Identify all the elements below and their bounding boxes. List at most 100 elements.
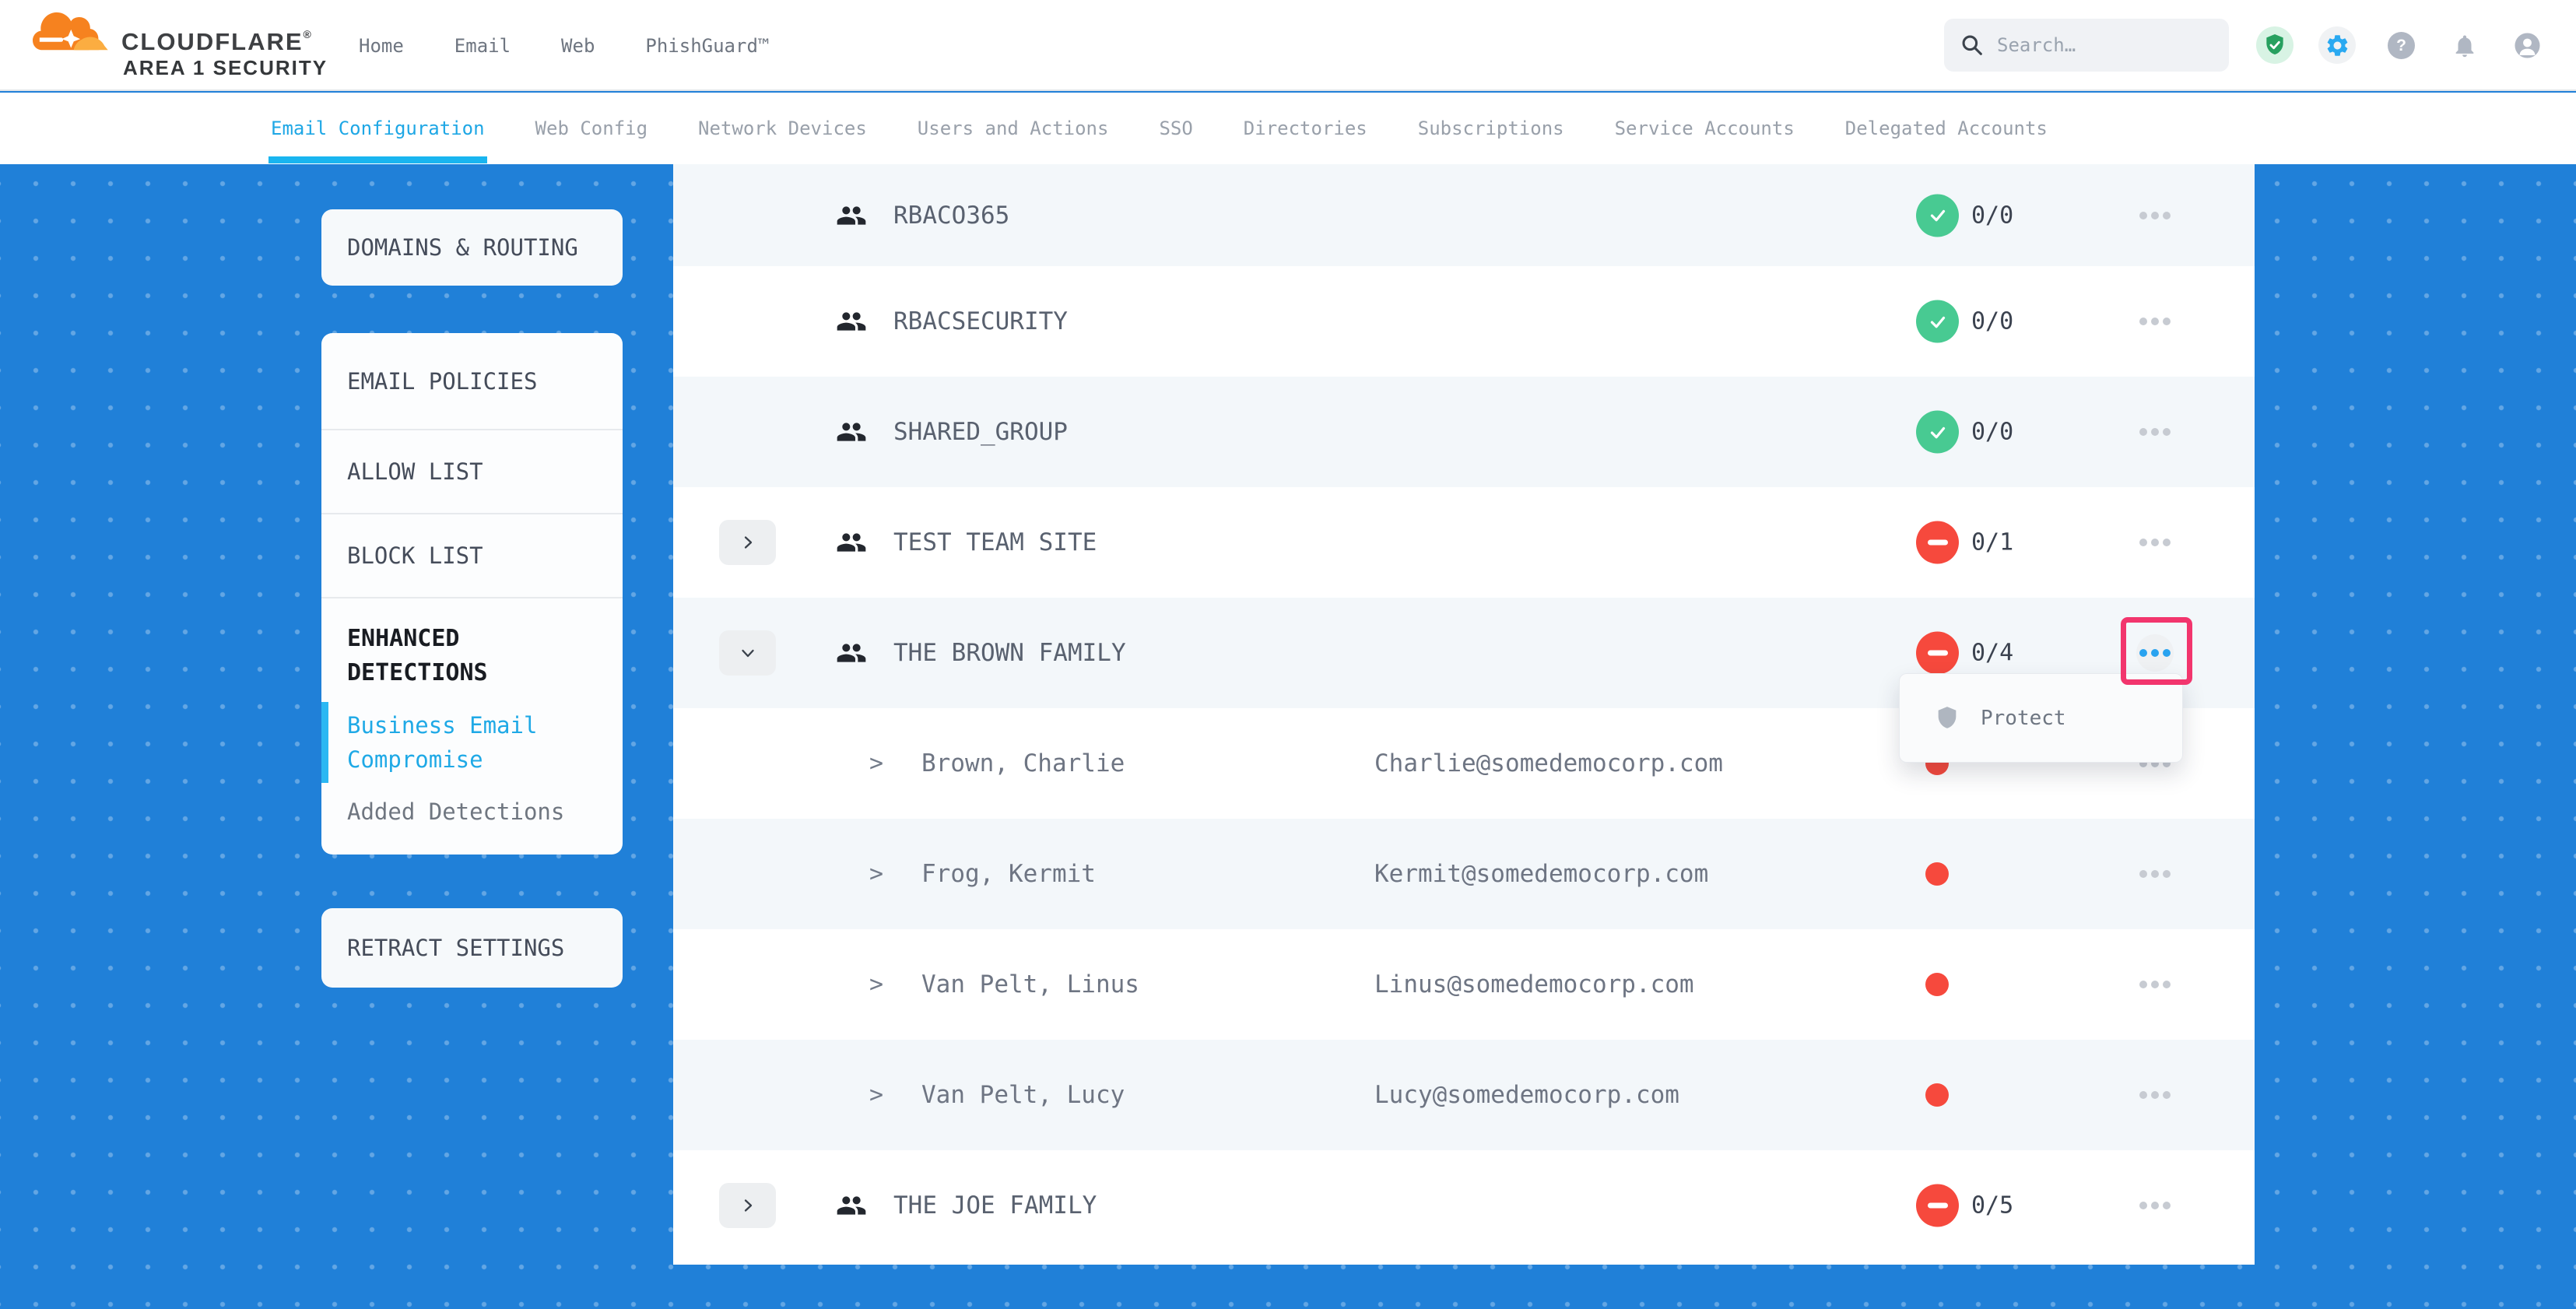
tab-directories[interactable]: Directories xyxy=(1244,93,1367,164)
tab-sso[interactable]: SSO xyxy=(1159,93,1192,164)
help-icon[interactable]: ? xyxy=(2388,32,2415,59)
row-menu-button[interactable] xyxy=(2136,966,2174,1003)
group-count: 0/0 xyxy=(1971,419,2013,446)
nav-link[interactable]: Email xyxy=(454,35,511,57)
sidebar-enhanced-detections-section: ENHANCED DETECTIONS Business Email Compr… xyxy=(321,597,623,825)
expand-button[interactable] xyxy=(719,1183,776,1228)
tab-email-configuration[interactable]: Email Configuration xyxy=(271,93,485,164)
nav-link[interactable]: PhishGuard™ xyxy=(645,35,769,57)
group-row[interactable]: RBACO365 0/0 xyxy=(673,164,2255,266)
search-box[interactable] xyxy=(1944,19,2229,72)
sidebar-item-label: DOMAINS & ROUTING xyxy=(347,234,578,261)
sidebar-item-retract-settings[interactable]: RETRACT SETTINGS xyxy=(321,908,623,988)
bell-icon[interactable] xyxy=(2451,32,2478,59)
tab-delegated-accounts[interactable]: Delegated Accounts xyxy=(1845,93,2048,164)
status-unprotected-icon xyxy=(1916,521,1959,564)
status-protected-icon xyxy=(1916,300,1959,343)
group-icon xyxy=(836,637,867,669)
member-name: Van Pelt, Lucy xyxy=(921,1081,1125,1109)
group-icon xyxy=(836,1190,867,1221)
row-menu-button[interactable] xyxy=(2136,524,2174,561)
group-name: TEST TEAM SITE xyxy=(893,528,1097,556)
tab-web-config[interactable]: Web Config xyxy=(535,93,648,164)
group-icon xyxy=(836,416,867,447)
row-menu-button[interactable] xyxy=(2136,303,2174,340)
group-name: THE JOE FAMILY xyxy=(893,1191,1097,1220)
nav-link[interactable]: Home xyxy=(359,35,404,57)
member-name: Brown, Charlie xyxy=(921,749,1125,777)
member-chevron-icon[interactable]: > xyxy=(869,971,883,998)
shield-check-icon[interactable] xyxy=(2256,26,2293,64)
group-count: 0/4 xyxy=(1971,640,2013,667)
group-row[interactable]: SHARED_GROUP 0/0 xyxy=(673,377,2255,487)
member-row[interactable]: > Frog, Kermit Kermit@somedemocorp.com xyxy=(673,819,2255,929)
row-menu-button[interactable] xyxy=(2136,197,2174,234)
click-highlight-annotation xyxy=(2121,617,2192,685)
group-count: 0/0 xyxy=(1971,202,2013,229)
group-row[interactable]: TEST TEAM SITE 0/1 xyxy=(673,487,2255,598)
sidebar-item-label: Business Email Compromise xyxy=(347,712,537,773)
member-email: Charlie@somedemocorp.com xyxy=(1374,749,1723,777)
tab-subscriptions[interactable]: Subscriptions xyxy=(1418,93,1564,164)
group-name: RBACO365 xyxy=(893,202,1009,230)
group-count: 0/5 xyxy=(1971,1192,2013,1220)
brand-subtitle: AREA 1 SECURITY xyxy=(123,56,328,80)
member-name: Van Pelt, Linus xyxy=(921,970,1139,998)
member-name: Frog, Kermit xyxy=(921,860,1096,888)
member-email: Kermit@somedemocorp.com xyxy=(1374,860,1708,888)
status-unprotected-icon xyxy=(1916,632,1959,675)
sidebar-item-domains-routing[interactable]: DOMAINS & ROUTING xyxy=(321,209,623,286)
gear-icon[interactable] xyxy=(2318,26,2356,64)
config-tabbar: Email Configuration Web Config Network Dev… xyxy=(0,93,2576,164)
minus-glyph xyxy=(1928,540,1948,546)
member-row[interactable]: > Van Pelt, Linus Linus@somedemocorp.com xyxy=(673,929,2255,1040)
row-menu-button[interactable] xyxy=(2136,1187,2174,1224)
member-chevron-icon[interactable]: > xyxy=(869,1082,883,1109)
sidebar-item-email-policies[interactable]: EMAIL POLICIES xyxy=(321,333,623,429)
tab-network-devices[interactable]: Network Devices xyxy=(698,93,867,164)
status-protected-icon xyxy=(1916,194,1959,237)
sidebar-policies-card: EMAIL POLICIES ALLOW LIST BLOCK LIST ENH… xyxy=(321,333,623,855)
groups-table: RBACO365 0/0 RBACSECURITY 0/0 SHARED_GRO… xyxy=(673,164,2255,1265)
search-input[interactable] xyxy=(1997,34,2215,56)
shield-icon xyxy=(1934,704,1960,733)
group-row[interactable]: RBACSECURITY 0/0 xyxy=(673,266,2255,377)
member-row[interactable]: > Van Pelt, Lucy Lucy@somedemocorp.com xyxy=(673,1040,2255,1150)
protect-menu-label: Protect xyxy=(1981,707,2066,730)
row-menu-button[interactable] xyxy=(2136,855,2174,893)
protect-menu[interactable]: Protect xyxy=(1899,673,2183,763)
status-unprotected-icon xyxy=(1916,1184,1959,1227)
member-chevron-icon[interactable]: > xyxy=(869,861,883,888)
expand-button[interactable] xyxy=(719,630,776,676)
area1-security-app: CLOUDFLARE® AREA 1 SECURITY Home Email Web… xyxy=(0,0,2576,1309)
expand-button[interactable] xyxy=(719,520,776,565)
cloudflare-logo-icon xyxy=(31,6,114,51)
group-count: 0/0 xyxy=(1971,308,2013,335)
minus-glyph xyxy=(1928,651,1948,656)
enhanced-detections-title[interactable]: ENHANCED DETECTIONS xyxy=(347,622,597,690)
tab-users-and-actions[interactable]: Users and Actions xyxy=(918,93,1109,164)
member-email: Lucy@somedemocorp.com xyxy=(1374,1081,1679,1109)
sidebar-item-allow-list[interactable]: ALLOW LIST xyxy=(321,429,623,513)
group-icon xyxy=(836,306,867,337)
status-unprotected-dot xyxy=(1925,973,1949,996)
sidebar-item-added-detections[interactable]: Added Detections xyxy=(347,798,597,825)
sidebar-item-block-list[interactable]: BLOCK LIST xyxy=(321,513,623,597)
minus-glyph xyxy=(1928,1203,1948,1209)
group-row[interactable]: THE JOE FAMILY 0/5 xyxy=(673,1150,2255,1261)
registered-mark: ® xyxy=(304,28,313,40)
tab-service-accounts[interactable]: Service Accounts xyxy=(1615,93,1795,164)
member-chevron-icon[interactable]: > xyxy=(869,750,883,777)
status-unprotected-dot xyxy=(1925,1083,1949,1107)
app-header: CLOUDFLARE® AREA 1 SECURITY Home Email Web… xyxy=(0,0,2576,91)
row-menu-button[interactable] xyxy=(2136,413,2174,451)
nav-link[interactable]: Web xyxy=(561,35,595,57)
header-nav: Home Email Web PhishGuard™ xyxy=(359,0,769,91)
sidebar-item-business-email-compromise[interactable]: Business Email Compromise xyxy=(321,708,597,777)
brand-name: CLOUDFLARE® xyxy=(121,28,313,56)
member-email: Linus@somedemocorp.com xyxy=(1374,970,1694,998)
user-icon[interactable] xyxy=(2514,32,2541,59)
search-icon xyxy=(1960,33,1985,58)
row-menu-button[interactable] xyxy=(2136,1076,2174,1114)
group-icon xyxy=(836,527,867,558)
